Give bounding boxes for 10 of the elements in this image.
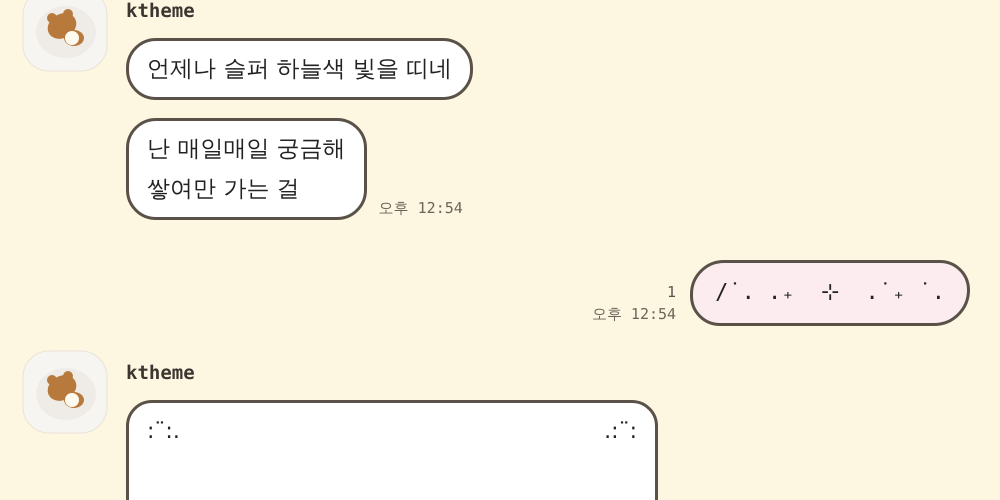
- sender-name: ktheme: [126, 0, 195, 22]
- message-bubble: 언제나 슬퍼 하늘색 빛을 띠네: [126, 38, 474, 100]
- message-time: 오후 12:54: [592, 305, 676, 325]
- message-bubble: 난 매일매일 궁금해 쌓여만 가는 걸: [126, 118, 367, 220]
- message-bubble: /˙. .₊ ⊹ .˙₊ ˙.: [690, 260, 970, 326]
- unread-count: 1: [667, 283, 676, 301]
- ornament-text: :¨:.: [147, 418, 180, 446]
- ornament-text: .:¨:: [604, 418, 637, 446]
- message-time: 오후 12:54: [378, 199, 463, 219]
- sender-name: ktheme: [126, 362, 195, 384]
